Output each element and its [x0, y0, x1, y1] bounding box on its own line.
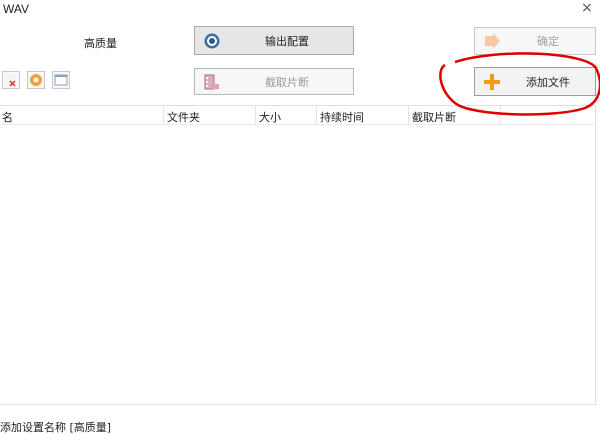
window-title: WAV	[3, 2, 29, 16]
film-clip-icon	[203, 73, 221, 91]
output-config-button[interactable]: 输出配置	[194, 26, 354, 55]
window-icon	[54, 74, 68, 86]
column-name[interactable]: 名	[2, 109, 13, 125]
arrow-right-icon	[483, 32, 501, 50]
add-file-button[interactable]: 添加文件	[474, 67, 596, 96]
window-button[interactable]	[52, 71, 70, 89]
ok-button[interactable]: 确定	[474, 27, 596, 55]
file-list[interactable]: 名 文件夹 大小 持续时间 截取片断	[0, 105, 596, 405]
clip-label: 截取片断	[265, 75, 309, 89]
ok-label: 确定	[537, 35, 559, 48]
column-clip[interactable]: 截取片断	[412, 109, 456, 125]
add-file-label: 添加文件	[526, 75, 570, 89]
output-config-label: 输出配置	[265, 34, 309, 48]
clip-button[interactable]: 截取片断	[194, 68, 354, 95]
close-icon[interactable]: ×	[581, 0, 593, 16]
column-size[interactable]: 大小	[259, 109, 281, 125]
preset-name-label: 高质量	[84, 37, 117, 50]
column-folder[interactable]: 文件夹	[167, 109, 200, 125]
file-list-header: 名 文件夹 大小 持续时间 截取片断	[0, 106, 595, 125]
column-duration[interactable]: 持续时间	[320, 109, 364, 125]
play-button[interactable]	[27, 71, 45, 89]
status-bar: 添加设置名称 [高质量]	[0, 421, 112, 434]
delete-button[interactable]	[2, 71, 20, 89]
gear-icon	[203, 32, 221, 50]
delete-icon	[6, 75, 16, 87]
play-icon	[30, 74, 42, 86]
plus-icon	[483, 73, 501, 91]
